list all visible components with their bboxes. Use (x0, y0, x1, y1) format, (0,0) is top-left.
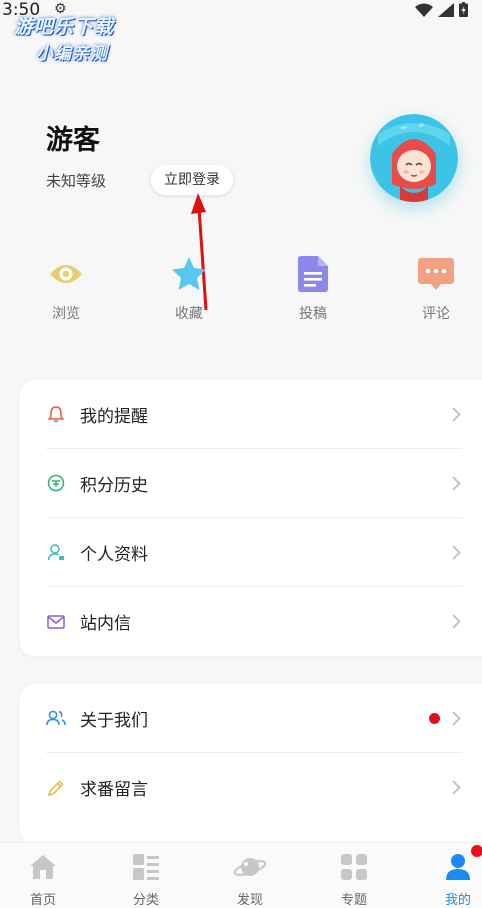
profile-level: 未知等级 (46, 172, 107, 190)
battery-icon (459, 2, 468, 17)
grid-icon (337, 851, 371, 883)
menu-item-about-us[interactable]: 关于我们 (46, 684, 462, 753)
chevron-right-icon (450, 473, 462, 493)
menu-item-request-message[interactable]: 求番留言 (46, 753, 462, 822)
quick-actions: 浏览 收藏 投稿 评论 (0, 254, 482, 334)
watermark-line1: 游吧乐下载 (14, 16, 115, 38)
watermark-line2: 小编亲测 (36, 44, 108, 64)
chevron-right-icon (450, 612, 462, 632)
group-icon (46, 708, 66, 728)
menu-label-inbox: 站内信 (80, 614, 131, 634)
tab-category[interactable]: 分类 (111, 851, 181, 908)
planet-icon (233, 851, 267, 883)
login-button[interactable]: 立即登录 (151, 165, 233, 195)
notification-dot (471, 845, 482, 857)
chevron-right-icon (450, 404, 462, 424)
bottom-tab-bar: 首页 分类 发现 专题 我的 (0, 842, 482, 908)
signal-icon (438, 2, 454, 17)
bell-icon (46, 404, 66, 424)
menu-label-points-history: 积分历史 (80, 475, 148, 496)
tab-label-category: 分类 (132, 893, 159, 908)
quick-item-favorite[interactable]: 收藏 (154, 254, 224, 323)
menu-item-reminders[interactable]: 我的提醒 (46, 380, 462, 449)
menu-item-points-history[interactable]: 积分历史 (46, 449, 462, 518)
watermark-logo: 游吧乐下载 小编亲测 (14, 12, 142, 68)
quick-label-comment: 评论 (422, 306, 450, 322)
menu-card-account: 我的提醒 积分历史 个人资料 站内信 (20, 380, 482, 656)
quick-label-submit: 投稿 (299, 306, 327, 322)
category-icon (129, 851, 163, 883)
mail-icon (46, 612, 66, 632)
wifi-icon (415, 3, 433, 17)
chevron-right-icon (450, 708, 462, 728)
tab-discover[interactable]: 发现 (215, 851, 285, 908)
document-icon (298, 256, 328, 292)
menu-label-about-us: 关于我们 (80, 710, 148, 731)
quick-item-browse[interactable]: 浏览 (31, 254, 101, 323)
tab-label-topics: 专题 (340, 893, 367, 908)
notification-dot (429, 712, 440, 724)
menu-label-request-message: 求番留言 (80, 780, 148, 800)
pencil-icon (46, 778, 66, 798)
menu-card-about: 关于我们 求番留言 (20, 684, 482, 844)
home-icon (26, 851, 60, 883)
profile-icon (441, 845, 482, 883)
comment-icon (418, 258, 454, 290)
tab-label-home: 首页 (29, 893, 56, 908)
menu-label-reminders: 我的提醒 (80, 406, 148, 427)
avatar[interactable] (370, 114, 458, 202)
menu-item-inbox[interactable]: 站内信 (46, 587, 462, 656)
points-icon (46, 473, 66, 493)
quick-label-browse: 浏览 (52, 306, 80, 322)
menu-label-profile: 个人资料 (80, 544, 148, 565)
menu-item-profile[interactable]: 个人资料 (46, 518, 462, 587)
profile-name: 游客 (46, 125, 100, 156)
tab-topics[interactable]: 专题 (319, 851, 389, 908)
eye-icon (50, 265, 82, 283)
tab-label-mine: 我的 (444, 893, 471, 908)
quick-item-submit[interactable]: 投稿 (278, 254, 348, 323)
chevron-right-icon (450, 542, 462, 562)
tab-home[interactable]: 首页 (8, 851, 78, 908)
tab-label-discover: 发现 (236, 893, 263, 908)
user-icon (46, 542, 66, 562)
tab-mine[interactable]: 我的 (423, 845, 482, 908)
avatar-icon (370, 114, 458, 202)
quick-label-favorite: 收藏 (175, 306, 203, 322)
star-icon (172, 257, 206, 290)
quick-item-comment[interactable]: 评论 (401, 254, 471, 323)
chevron-right-icon (450, 778, 462, 798)
status-icons (415, 2, 468, 17)
